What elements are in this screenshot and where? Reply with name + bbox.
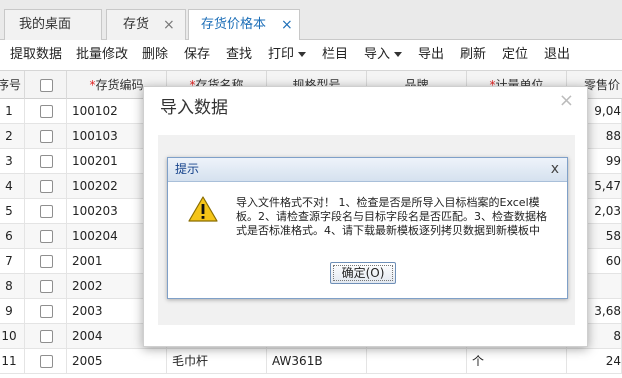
cell-spec[interactable]: AW361B <box>267 349 367 373</box>
row-checkbox[interactable] <box>40 280 53 293</box>
toolbar: 提取数据 批量修改 删除 保存 查找 打印 栏目 导入 导出 刷新 定位 退出 <box>0 40 622 71</box>
alert-message: 导入文件格式不对！ 1、检查是否是所导入目标档案的Excel模板。2、请检查源字… <box>236 196 547 237</box>
cell-seq: 5 <box>0 199 25 223</box>
cell-seq: 10 <box>0 324 25 348</box>
exit-button[interactable]: 退出 <box>544 40 570 70</box>
alert-box: 提示 x 导入文件格式不对！ 1、检查是否是所导入目标档案的Excel模板。2、… <box>167 157 568 299</box>
refresh-button[interactable]: 刷新 <box>460 40 486 70</box>
cell-seq: 2 <box>0 124 25 148</box>
dialog-title: 导入数据 <box>160 98 228 118</box>
cell-select[interactable] <box>25 249 67 273</box>
cell-select[interactable] <box>25 324 67 348</box>
col-header-seq: 序号 <box>0 71 25 99</box>
col-header-select[interactable] <box>25 71 67 99</box>
cell-select[interactable] <box>25 124 67 148</box>
row-checkbox[interactable] <box>40 205 53 218</box>
row-checkbox[interactable] <box>40 155 53 168</box>
cell-seq: 11 <box>0 349 25 373</box>
cell-seq: 6 <box>0 224 25 248</box>
col-header-code-label: 存货编码 <box>95 78 144 92</box>
cell-select[interactable] <box>25 149 67 173</box>
close-icon[interactable]: × <box>163 10 175 40</box>
cell-select[interactable] <box>25 299 67 323</box>
cell-seq: 9 <box>0 299 25 323</box>
warning-icon <box>188 196 218 222</box>
alert-title: 提示 <box>175 162 200 176</box>
row-checkbox[interactable] <box>40 255 53 268</box>
close-icon[interactable]: x <box>551 158 559 180</box>
tab-label: 存货价格本 <box>201 17 267 32</box>
tab-label: 存货 <box>123 17 150 32</box>
cell-select[interactable] <box>25 199 67 223</box>
row-checkbox[interactable] <box>40 330 53 343</box>
chevron-down-icon <box>298 52 307 57</box>
cell-select[interactable] <box>25 224 67 248</box>
cell-select[interactable] <box>25 99 67 123</box>
export-button[interactable]: 导出 <box>418 40 444 70</box>
delete-button[interactable]: 删除 <box>142 40 168 70</box>
table-row[interactable]: 11 2005 毛巾杆 AW361B 个 24 <box>0 349 622 374</box>
locate-button[interactable]: 定位 <box>502 40 528 70</box>
cell-code[interactable]: 2005 <box>67 349 167 373</box>
ok-button[interactable]: 确定(O) <box>330 262 396 284</box>
cell-seq: 7 <box>0 249 25 273</box>
cell-seq: 1 <box>0 99 25 123</box>
tab-label: 我的桌面 <box>19 17 72 32</box>
row-checkbox[interactable] <box>40 105 53 118</box>
cell-brand[interactable] <box>367 349 467 373</box>
tab-inventory-price-book[interactable]: 存货价格本 × <box>188 9 300 41</box>
find-button[interactable]: 查找 <box>226 40 252 70</box>
cell-seq: 4 <box>0 174 25 198</box>
cell-price[interactable]: 24 <box>567 349 622 373</box>
columns-button[interactable]: 栏目 <box>322 40 348 70</box>
cell-select[interactable] <box>25 174 67 198</box>
row-checkbox[interactable] <box>40 230 53 243</box>
cell-seq: 3 <box>0 149 25 173</box>
row-checkbox[interactable] <box>40 180 53 193</box>
alert-header: 提示 x <box>168 158 567 182</box>
close-icon[interactable]: × <box>559 90 574 111</box>
cell-name[interactable]: 毛巾杆 <box>167 349 267 373</box>
cell-select[interactable] <box>25 349 67 373</box>
print-label: 打印 <box>268 47 295 62</box>
import-menu[interactable]: 导入 <box>364 40 403 70</box>
cell-unit[interactable]: 个 <box>467 349 567 373</box>
close-icon[interactable]: × <box>281 10 293 40</box>
select-all-checkbox[interactable] <box>40 79 53 92</box>
cell-seq: 8 <box>0 274 25 298</box>
row-checkbox[interactable] <box>40 130 53 143</box>
tab-my-desktop[interactable]: 我的桌面 <box>4 9 102 40</box>
batch-edit-button[interactable]: 批量修改 <box>76 40 128 70</box>
row-checkbox[interactable] <box>40 355 53 368</box>
cell-select[interactable] <box>25 274 67 298</box>
import-label: 导入 <box>364 47 391 62</box>
row-checkbox[interactable] <box>40 305 53 318</box>
tab-inventory[interactable]: 存货 × <box>106 9 186 40</box>
print-menu[interactable]: 打印 <box>268 40 307 70</box>
fetch-data-button[interactable]: 提取数据 <box>10 40 62 70</box>
tab-bar: 我的桌面 存货 × 存货价格本 × <box>0 0 622 41</box>
chevron-down-icon <box>394 52 403 57</box>
save-button[interactable]: 保存 <box>184 40 210 70</box>
